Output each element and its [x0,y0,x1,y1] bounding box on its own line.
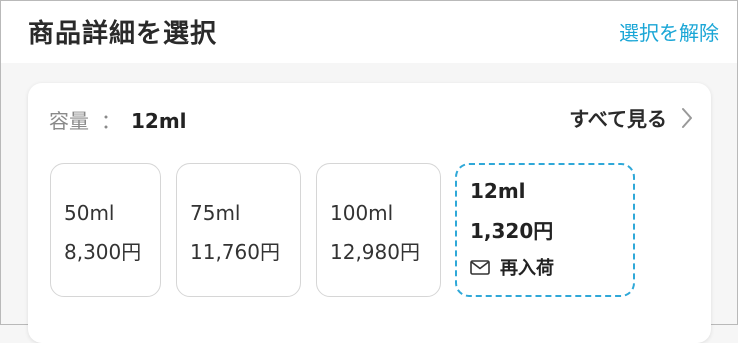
option-name: 75ml [190,201,241,225]
capacity-label: 容量 [49,109,89,133]
option-price: 12,980円 [330,240,420,264]
restock-notice[interactable]: 再入荷 [470,254,554,280]
option-50ml[interactable]: 50ml 8,300円 [50,163,161,297]
see-all-label: すべて見る [569,107,667,131]
option-12ml-selected[interactable]: 12ml 1,320円 再入荷 [455,163,635,297]
header: 商品詳細を選択 選択を解除 [1,1,737,63]
page-title: 商品詳細を選択 [28,19,218,49]
option-75ml[interactable]: 75ml 11,760円 [176,163,301,297]
option-name: 100ml [330,201,394,225]
clear-selection-link[interactable]: 選択を解除 [619,17,719,46]
variant-card: 容量 ： 12ml すべて見る 50ml 8,300円 75ml 11,760円… [28,83,711,343]
chevron-right-icon [682,107,692,128]
capacity-value: 12ml [131,109,187,133]
capacity-separator: ： [101,109,121,133]
capacity-row: 容量 ： 12ml [49,105,187,134]
option-price: 1,320円 [470,219,554,243]
option-name: 12ml [470,179,526,203]
mail-icon [470,259,490,275]
see-all-button[interactable]: すべて見る [569,103,693,132]
option-price: 8,300円 [64,240,142,264]
restock-label: 再入荷 [500,258,554,279]
option-100ml[interactable]: 100ml 12,980円 [316,163,441,297]
option-price: 11,760円 [190,240,280,264]
option-name: 50ml [64,201,115,225]
